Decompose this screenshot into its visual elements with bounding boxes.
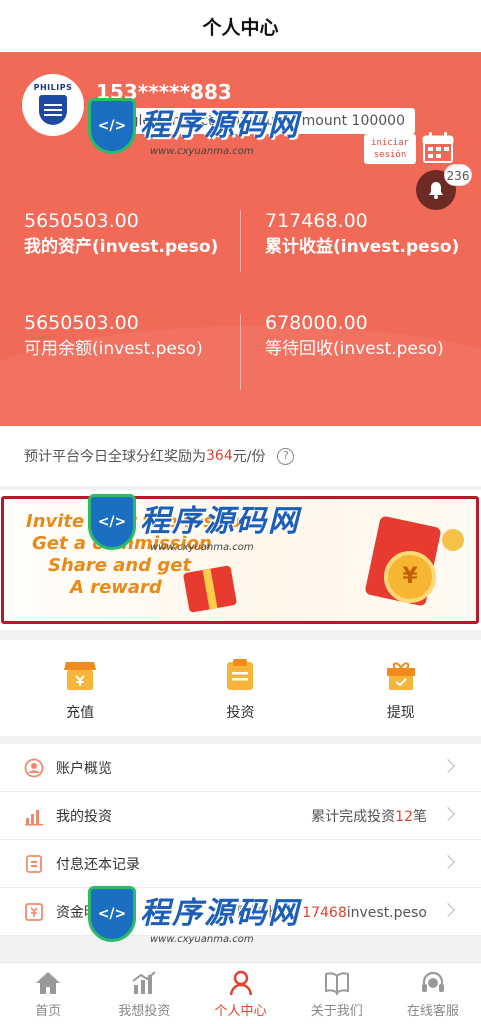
chart-icon — [132, 971, 156, 994]
tab-about[interactable]: 关于我们 — [289, 963, 385, 1024]
quick-actions: 充值 投资 提现 — [0, 640, 481, 736]
info-suffix: 笔 — [413, 808, 427, 825]
action-withdraw[interactable]: 提现 — [321, 640, 481, 736]
stat-value: 717468.00 — [265, 210, 368, 232]
dividend-notice: 预计平台今日全球分红奖励为 364 元/份 ? — [0, 426, 481, 486]
stat-divider — [240, 314, 241, 390]
book-icon — [324, 972, 349, 996]
notice-suffix: 元/份 — [232, 449, 266, 465]
banner-line: Get a commission — [32, 533, 212, 554]
info-suffix: invest.peso — [346, 904, 427, 921]
stat-total-earnings: 717468.00 累计收益(invest.peso) — [265, 210, 465, 258]
username: 153*****883 — [96, 80, 232, 104]
store-icon — [64, 662, 97, 690]
avatar-brand: PHILIPS — [33, 83, 73, 92]
menu-list: 账户概览 我的投资 累计完成投资12笔 付息还本记录 资金明细 已赚取收益717… — [0, 744, 481, 936]
action-label: 充值 — [66, 705, 95, 721]
stat-label: 可用余额(invest.peso) — [24, 339, 203, 359]
tab-label: 我想投资 — [118, 1004, 171, 1019]
tab-support[interactable]: 在线客服 — [385, 963, 481, 1024]
stat-available-balance: 5650503.00 可用余额(invest.peso) — [24, 312, 203, 360]
menu-right-info: 累计完成投资12笔 — [311, 806, 427, 826]
banner-section: Invite your friends to Get a commission … — [0, 490, 481, 630]
small-coin-icon — [442, 529, 464, 551]
menu-item-fund-details[interactable]: 资金明细 已赚取收益717468invest.peso — [0, 888, 481, 936]
tab-label: 个人中心 — [214, 1004, 267, 1019]
user-circle-icon — [24, 758, 44, 777]
page-title: 个人中心 — [202, 16, 279, 39]
person-icon — [229, 970, 252, 996]
tab-profile[interactable]: 个人中心 — [192, 963, 288, 1024]
info-value: 12 — [395, 808, 413, 825]
menu-right-info: 已赚取收益717468invest.peso — [223, 902, 427, 922]
tab-label: 在线客服 — [406, 1004, 459, 1019]
page: 个人中心 PHILIPS 153*****883 Single contract… — [0, 0, 481, 1024]
tab-invest[interactable]: 我想投资 — [96, 963, 192, 1024]
menu-label: 账户概览 — [56, 760, 112, 777]
stat-label: 累计收益(invest.peso) — [265, 237, 460, 257]
info-prefix: 累计完成投资 — [311, 808, 396, 825]
clipboard-icon — [227, 659, 254, 690]
info-value: 717468 — [293, 904, 347, 921]
notice-amount: 364 — [206, 448, 233, 464]
notice-prefix: 预计平台今日全球分红奖励为 — [24, 449, 206, 465]
contract-limit-label: Single contract maximum amount 100000 — [96, 108, 415, 134]
stat-pending-recovery: 678000.00 等待回收(invest.peso) — [265, 312, 465, 360]
tab-label: 关于我们 — [310, 1004, 363, 1019]
action-recharge[interactable]: 充值 — [0, 640, 160, 736]
banner-line: Invite your friends to — [26, 511, 242, 532]
menu-label: 付息还本记录 — [56, 856, 140, 873]
calendar-icon[interactable] — [420, 130, 456, 166]
tab-label: 首页 — [35, 1004, 62, 1019]
bar-chart-icon — [25, 809, 43, 825]
chevron-right-icon — [440, 758, 456, 774]
menu-item-interest-records[interactable]: 付息还本记录 — [0, 840, 481, 888]
coin-icon: ¥ — [384, 551, 436, 603]
menu-item-account-overview[interactable]: 账户概览 — [0, 744, 481, 792]
gift-icon — [386, 662, 415, 690]
top-bar: 个人中心 — [0, 0, 481, 52]
bell-icon — [429, 182, 443, 199]
action-label: 提现 — [386, 705, 415, 721]
avatar[interactable]: PHILIPS — [22, 74, 84, 136]
menu-item-my-investments[interactable]: 我的投资 累计完成投资12笔 — [0, 792, 481, 840]
notification-badge: 236 — [444, 164, 472, 186]
stat-value: 5650503.00 — [24, 210, 139, 232]
chevron-right-icon — [440, 902, 456, 918]
money-doc-icon — [25, 902, 43, 921]
stat-my-assets: 5650503.00 我的资产(invest.peso) — [24, 210, 218, 258]
receipt-icon — [26, 854, 42, 873]
stat-divider — [240, 210, 241, 272]
stat-label: 等待回收(invest.peso) — [265, 339, 444, 359]
chevron-right-icon — [440, 806, 456, 822]
tab-home[interactable]: 首页 — [0, 963, 96, 1024]
login-button[interactable]: iniciar sesión — [364, 134, 416, 164]
bottom-tab-bar: 首页 我想投资 个人中心 关于我们 在线客服 — [0, 962, 481, 1024]
stat-value: 678000.00 — [265, 312, 368, 334]
stat-value: 5650503.00 — [24, 312, 139, 334]
gift-box-icon — [182, 565, 238, 613]
action-invest[interactable]: 投资 — [160, 640, 320, 736]
profile-card: PHILIPS 153*****883 Single contract maxi… — [0, 52, 481, 426]
stat-label: 我的资产(invest.peso) — [24, 237, 219, 257]
help-icon[interactable]: ? — [277, 447, 295, 465]
chevron-right-icon — [440, 854, 456, 870]
info-prefix: 已赚取收益 — [223, 904, 294, 921]
headset-icon — [421, 971, 444, 992]
action-label: 投资 — [226, 705, 255, 721]
home-icon — [36, 972, 61, 994]
brand-shield-icon — [39, 95, 67, 125]
menu-label: 资金明细 — [56, 904, 112, 921]
menu-label: 我的投资 — [56, 808, 112, 825]
invite-banner[interactable]: Invite your friends to Get a commission … — [1, 496, 479, 624]
